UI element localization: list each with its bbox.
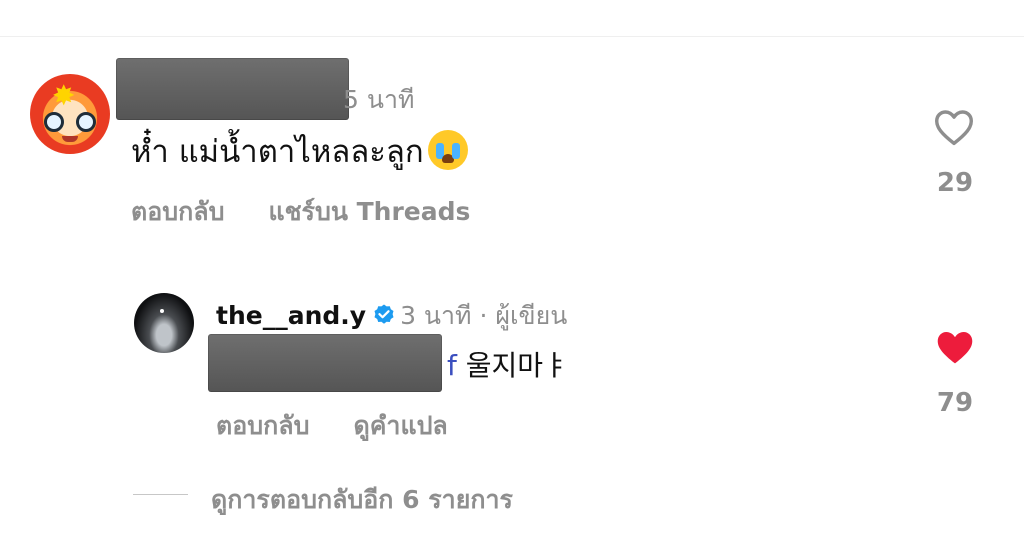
mention-link[interactable]: f: [447, 349, 457, 382]
comment-time: 5 นาที: [343, 85, 415, 114]
heart-filled-icon[interactable]: [934, 328, 976, 366]
username[interactable]: the__and.y: [216, 301, 366, 330]
avatar-eyes: [44, 112, 96, 132]
avatar-highlight: [160, 309, 164, 313]
avatar-eye-left: [44, 112, 64, 132]
comment-header: the__and.y 3 นาที · ผู้เขียน: [216, 296, 567, 336]
top-divider: [0, 36, 1024, 37]
avatar-mouth: [62, 136, 78, 142]
avatar-eye-right: [76, 112, 96, 132]
like-count: 29: [936, 168, 974, 198]
like-count: 79: [936, 388, 974, 418]
view-more-replies-button[interactable]: ดูการตอบกลับอีก 6 รายการ: [211, 480, 513, 520]
burst-icon: ✸: [52, 79, 76, 112]
verified-badge-icon: [374, 304, 394, 324]
loudly-crying-face-icon: [427, 130, 468, 170]
redacted-username: [116, 58, 349, 120]
share-threads-button[interactable]: แชร์บน Threads: [268, 197, 470, 226]
comment-text-body: 울지마ㅑ: [465, 349, 569, 382]
comment-text-body: ห๋ำ แม่น้ำตาไหลละลูก: [131, 134, 424, 170]
comment-actions: ตอบกลับ ดูคำแปล: [216, 406, 448, 446]
replies-divider: [133, 494, 188, 495]
reply-button[interactable]: ตอบกลับ: [216, 411, 309, 440]
heart-outline-icon[interactable]: [933, 108, 975, 146]
avatar-author[interactable]: [134, 293, 194, 353]
avatar-commenter-1[interactable]: ✸: [30, 74, 110, 154]
comment-actions: ตอบกลับ แชร์บน Threads: [131, 192, 470, 232]
see-translation-button[interactable]: ดูคำแปล: [353, 411, 447, 440]
reply-button[interactable]: ตอบกลับ: [131, 197, 224, 226]
comment-text: f 울지마ㅑ: [447, 344, 569, 384]
redacted-mention: [208, 334, 442, 392]
comment-meta: 3 นาที · ผู้เขียน: [400, 301, 568, 330]
comment-text: ห๋ำ แม่น้ำตาไหลละลูก: [131, 126, 468, 176]
